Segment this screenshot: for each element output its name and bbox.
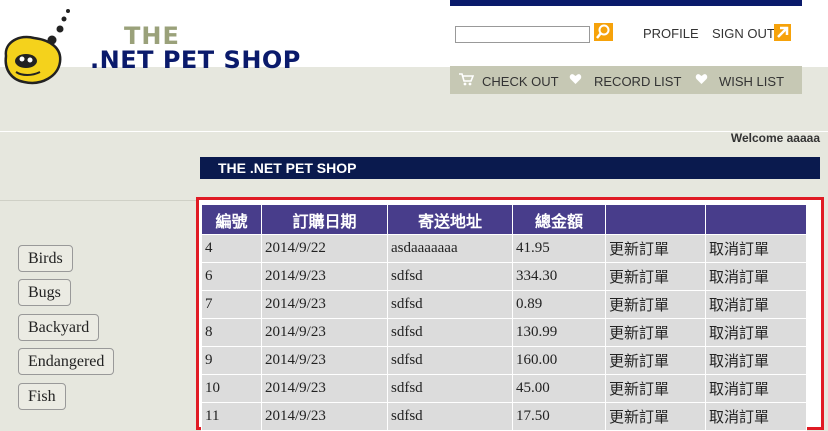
cart-icon xyxy=(459,73,474,86)
table-row: 7 2014/9/23 sdfsd 0.89 更新訂單 取消訂單 xyxy=(201,290,807,319)
cancel-order-link[interactable]: 取消訂單 xyxy=(705,402,807,431)
search-icon xyxy=(596,24,610,39)
cell-address: asdaaaaaaa xyxy=(387,234,513,263)
cell-total: 160.00 xyxy=(512,346,606,375)
table-row: 9 2014/9/23 sdfsd 160.00 更新訂單 取消訂單 xyxy=(201,346,807,375)
table-row: 8 2014/9/23 sdfsd 130.99 更新訂單 取消訂單 xyxy=(201,318,807,347)
column-header-update xyxy=(605,204,706,235)
search-input[interactable] xyxy=(455,26,590,43)
table-row: 11 2014/9/23 sdfsd 17.50 更新訂單 取消訂單 xyxy=(201,402,807,431)
arrow-up-right-icon xyxy=(777,26,789,38)
cancel-order-link[interactable]: 取消訂單 xyxy=(705,234,807,263)
cell-id: 11 xyxy=(201,402,262,431)
signout-link[interactable]: SIGN OUT xyxy=(712,26,775,41)
cell-id: 7 xyxy=(201,290,262,319)
wish-list-label: WISH LIST xyxy=(719,74,785,89)
cell-id: 8 xyxy=(201,318,262,347)
table-row: 4 2014/9/22 asdaaaaaaa 41.95 更新訂單 取消訂單 xyxy=(201,234,807,263)
category-button-endangered[interactable]: Endangered xyxy=(18,348,115,375)
cell-address: sdfsd xyxy=(387,346,513,375)
signout-arrow-icon[interactable] xyxy=(774,24,791,41)
cell-total: 45.00 xyxy=(512,374,606,403)
column-header-order-date: 訂購日期 xyxy=(261,204,388,235)
cell-total: 41.95 xyxy=(512,234,606,263)
cell-address: sdfsd xyxy=(387,374,513,403)
heart-icon xyxy=(569,74,582,84)
cell-date: 2014/9/23 xyxy=(261,346,388,375)
category-button-bugs[interactable]: Bugs xyxy=(18,279,71,306)
cell-address: sdfsd xyxy=(387,290,513,319)
cell-address: sdfsd xyxy=(387,402,513,431)
cell-address: sdfsd xyxy=(387,318,513,347)
profile-link[interactable]: PROFILE xyxy=(643,26,699,41)
cancel-order-link[interactable]: 取消訂單 xyxy=(705,374,807,403)
column-header-cancel xyxy=(705,204,807,235)
orders-header-row: 編號 訂購日期 寄送地址 總金額 xyxy=(201,204,807,235)
cell-id: 9 xyxy=(201,346,262,375)
cell-id: 10 xyxy=(201,374,262,403)
checkout-label: CHECK OUT xyxy=(482,74,559,89)
heart-icon xyxy=(695,74,708,84)
update-order-link[interactable]: 更新訂單 xyxy=(605,262,706,291)
update-order-link[interactable]: 更新訂單 xyxy=(605,346,706,375)
cell-total: 0.89 xyxy=(512,290,606,319)
category-button-birds[interactable]: Birds xyxy=(18,245,73,272)
cell-id: 4 xyxy=(201,234,262,263)
cell-date: 2014/9/23 xyxy=(261,262,388,291)
cell-total: 334.30 xyxy=(512,262,606,291)
update-order-link[interactable]: 更新訂單 xyxy=(605,234,706,263)
column-header-total: 總金額 xyxy=(512,204,606,235)
orders-highlight-frame: 編號 訂購日期 寄送地址 總金額 4 2014/9/22 asdaaaaaaa … xyxy=(196,197,824,431)
table-row: 10 2014/9/23 sdfsd 45.00 更新訂單 取消訂單 xyxy=(201,374,807,403)
cancel-order-link[interactable]: 取消訂單 xyxy=(705,318,807,347)
update-order-link[interactable]: 更新訂單 xyxy=(605,374,706,403)
cancel-order-link[interactable]: 取消訂單 xyxy=(705,290,807,319)
update-order-link[interactable]: 更新訂單 xyxy=(605,290,706,319)
orders-table: 編號 訂購日期 寄送地址 總金額 4 2014/9/22 asdaaaaaaa … xyxy=(201,204,807,431)
update-order-link[interactable]: 更新訂單 xyxy=(605,318,706,347)
cell-date: 2014/9/23 xyxy=(261,374,388,403)
cell-id: 6 xyxy=(201,262,262,291)
checkout-link[interactable]: CHECK OUT xyxy=(482,74,559,89)
record-list-label: RECORD LIST xyxy=(594,74,682,89)
record-list-link[interactable]: RECORD LIST xyxy=(594,74,681,89)
section-title-bar: THE .NET PET SHOP xyxy=(200,157,820,179)
column-header-address: 寄送地址 xyxy=(387,204,513,235)
fish-mascot-icon xyxy=(4,9,70,85)
category-button-backyard[interactable]: Backyard xyxy=(18,314,100,341)
cell-total: 17.50 xyxy=(512,402,606,431)
cell-date: 2014/9/22 xyxy=(261,234,388,263)
logo-text-line2: .NET PET SHOP xyxy=(90,46,301,74)
column-header-id: 編號 xyxy=(201,204,262,235)
category-button-fish[interactable]: Fish xyxy=(18,383,66,410)
welcome-text: Welcome aaaaa xyxy=(730,131,820,145)
logo[interactable]: THE .NET PET SHOP xyxy=(2,4,302,92)
cell-date: 2014/9/23 xyxy=(261,290,388,319)
search-button[interactable] xyxy=(594,23,613,41)
wish-list-link[interactable]: WISH LIST xyxy=(719,74,784,89)
table-row: 6 2014/9/23 sdfsd 334.30 更新訂單 取消訂單 xyxy=(201,262,807,291)
cell-date: 2014/9/23 xyxy=(261,402,388,431)
cancel-order-link[interactable]: 取消訂單 xyxy=(705,262,807,291)
update-order-link[interactable]: 更新訂單 xyxy=(605,402,706,431)
cell-date: 2014/9/23 xyxy=(261,318,388,347)
cell-total: 130.99 xyxy=(512,318,606,347)
cell-address: sdfsd xyxy=(387,262,513,291)
cancel-order-link[interactable]: 取消訂單 xyxy=(705,346,807,375)
